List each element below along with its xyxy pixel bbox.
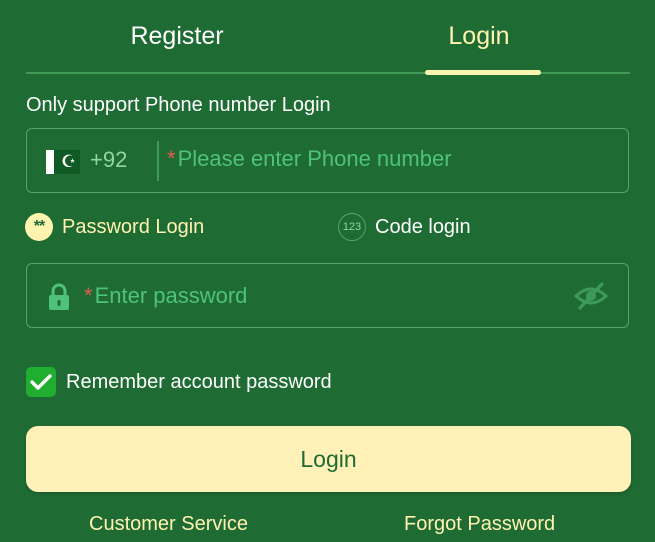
required-mark: * [84,283,93,308]
required-mark: * [167,146,176,171]
customer-service-link[interactable]: Customer Service [89,513,248,536]
forgot-password-link[interactable]: Forgot Password [404,513,555,536]
remember-label: Remember account password [66,370,332,393]
country-code[interactable]: +92 [90,147,127,173]
pakistan-flag-icon: ☪ [46,150,80,174]
phone-input[interactable]: *Please enter Phone number [167,146,452,172]
numeric-code-icon: 123 [338,213,366,241]
password-placeholder: Enter password [94,283,248,308]
phone-field[interactable]: ☪ +92 *Please enter Phone number [26,128,629,193]
tab-login[interactable]: Login [328,0,630,72]
field-separator [157,141,159,181]
tab-register[interactable]: Register [26,0,328,72]
remember-checkbox[interactable] [26,367,56,397]
remember-password-toggle[interactable]: Remember account password [26,367,332,397]
password-login-option[interactable]: ** Password Login [25,213,204,241]
code-login-label: Code login [375,215,471,238]
active-tab-indicator [425,70,541,75]
login-button[interactable]: Login [26,426,631,492]
checkmark-icon [30,374,52,390]
eye-off-icon[interactable] [573,281,609,311]
code-login-option[interactable]: 123 Code login [338,213,471,241]
phone-placeholder: Please enter Phone number [177,146,452,171]
password-input[interactable]: *Enter password [84,283,247,309]
auth-tabs: Register Login [26,0,630,75]
login-hint: Only support Phone number Login [26,94,331,116]
asterisk-icon: ** [25,213,53,241]
password-login-label: Password Login [62,215,205,238]
lock-icon [49,283,69,310]
password-field[interactable]: *Enter password [26,263,629,328]
